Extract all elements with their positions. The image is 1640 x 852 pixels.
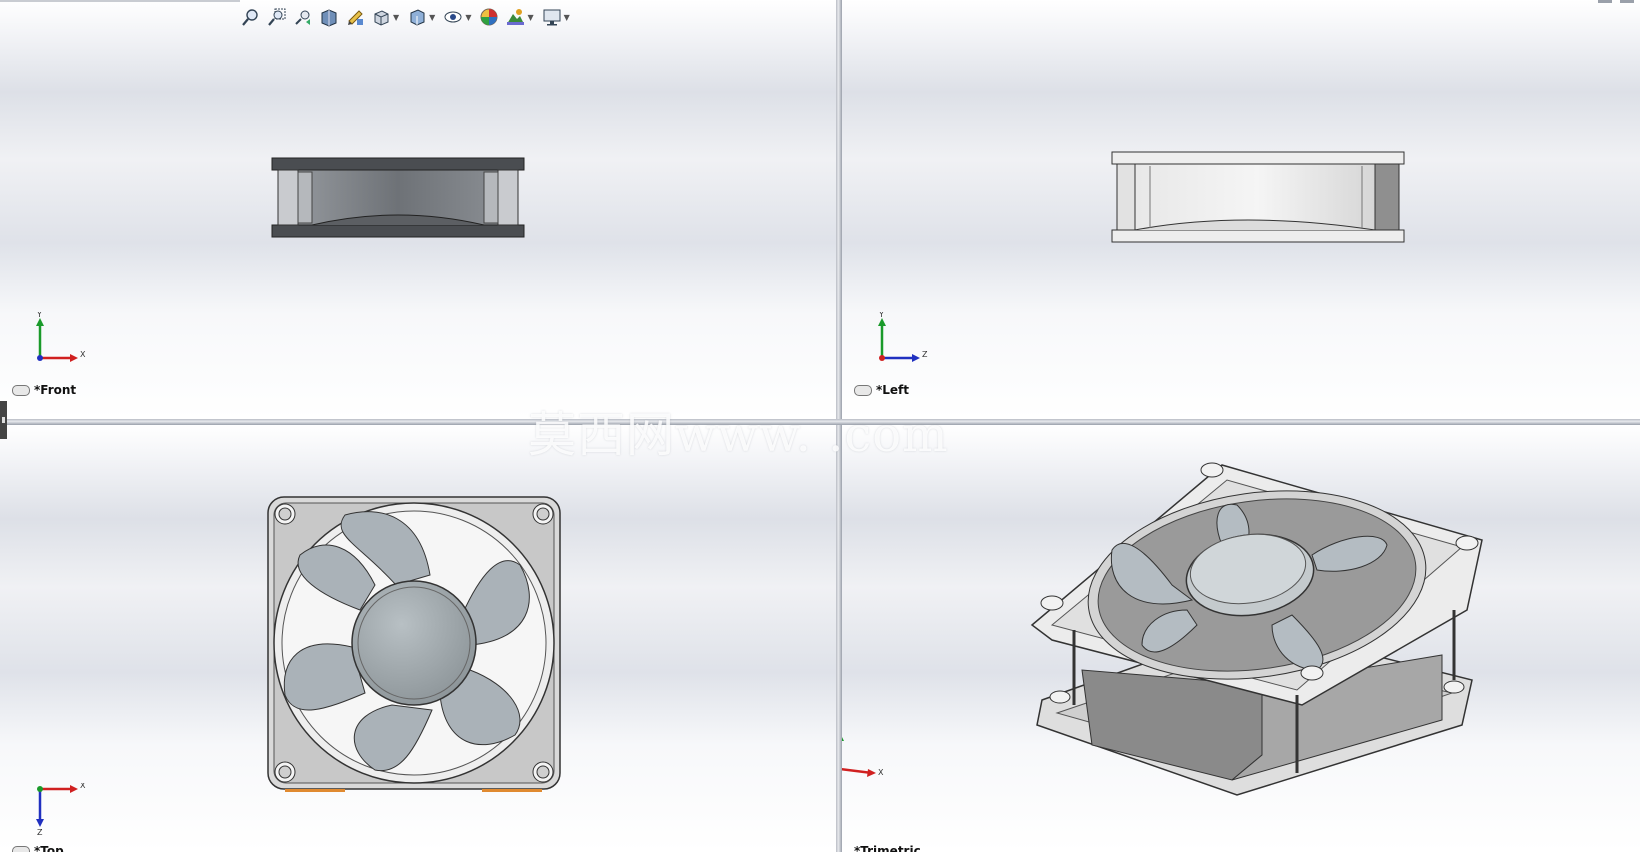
viewport-top[interactable]: X Z *Top (0, 425, 836, 852)
link-views-icon[interactable] (12, 384, 30, 396)
fan-trimetric-projection (1030, 462, 1483, 796)
svg-text:Y: Y (878, 312, 884, 319)
link-views-icon[interactable] (12, 845, 30, 852)
viewport-front[interactable]: ▼ ▼ ▼ ▼ ▼ Y X *Front (0, 0, 836, 419)
axis-triad-front: Y X (36, 312, 86, 362)
view-label-front: *Front (12, 383, 76, 397)
fan-left-projection (1111, 151, 1405, 243)
fan-front-projection (271, 157, 525, 238)
viewport-trimetric[interactable]: Y X Z *Trimetric (842, 425, 1640, 852)
svg-text:Y: Y (36, 312, 42, 319)
view-label-left: *Left (854, 383, 909, 397)
splitter-grip-handle[interactable] (0, 401, 7, 439)
svg-text:X: X (80, 350, 86, 359)
svg-text:Z: Z (37, 828, 43, 835)
svg-text:Z: Z (922, 350, 928, 359)
axis-triad-top: X Z (36, 783, 86, 835)
link-views-icon[interactable] (854, 384, 872, 396)
viewport-left[interactable]: Y Z *Left (842, 0, 1640, 419)
axis-triad-trimetric: Y X Z (842, 737, 884, 777)
view-label-trimetric: *Trimetric (854, 844, 921, 852)
fan-top-projection (267, 496, 561, 792)
axis-triad-left: Y Z (878, 312, 928, 362)
view-label-top: *Top (12, 844, 64, 852)
vertical-viewport-splitter[interactable] (836, 0, 842, 852)
svg-text:X: X (80, 783, 86, 790)
horizontal-viewport-splitter[interactable] (0, 419, 1640, 425)
svg-text:X: X (878, 768, 884, 777)
